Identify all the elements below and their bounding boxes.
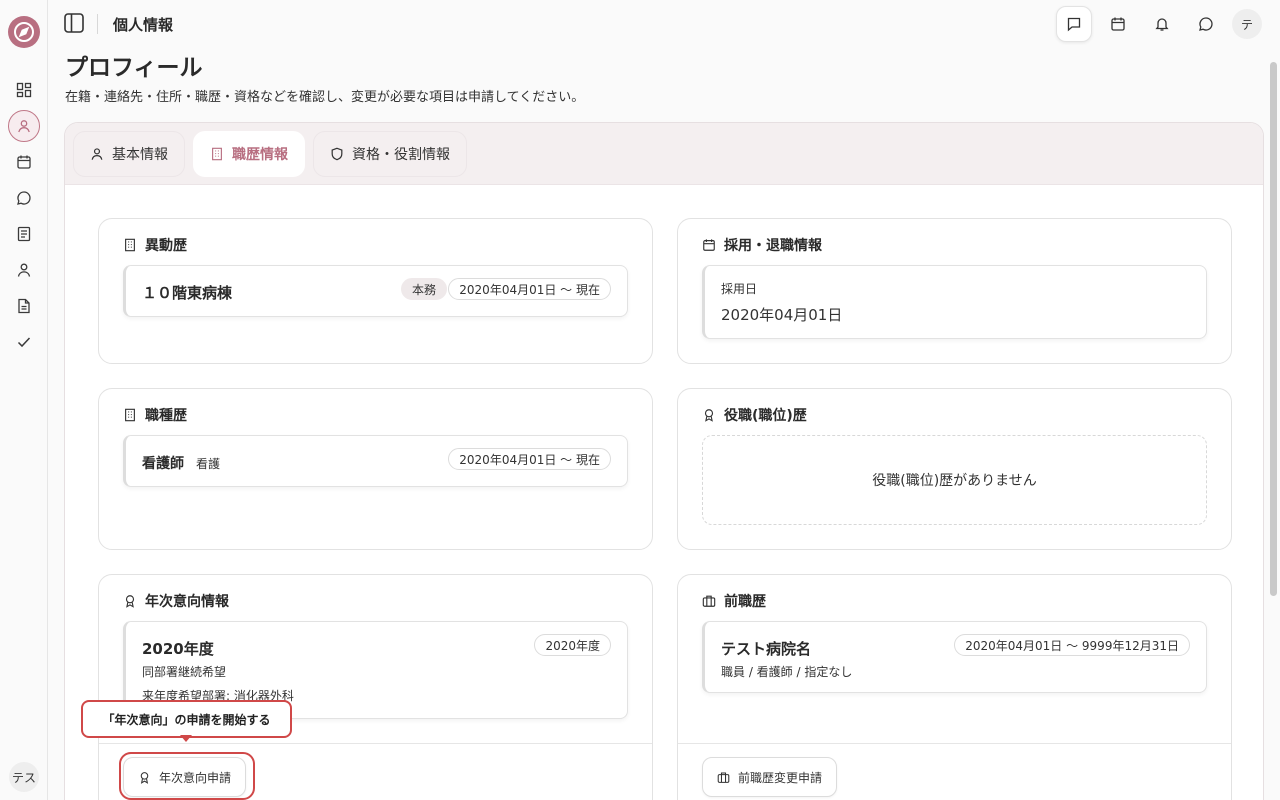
card-title: 前職歴 (724, 594, 766, 610)
card-header: 採用・退職情報 (702, 235, 822, 255)
previous-employer: テスト病院名 (721, 640, 812, 658)
position-history-card: 役職(職位)歴 役職(職位)歴がありません (677, 388, 1232, 550)
briefcase-icon (717, 772, 730, 783)
profile-nav-icon[interactable] (8, 110, 40, 142)
page-heading: プロフィール (65, 55, 203, 81)
card-footer-divider (678, 743, 1231, 744)
page-description: 在籍・連絡先・住所・職歴・資格などを確認し、変更が必要な項目は申請してください。 (65, 90, 585, 105)
topbar-divider (97, 14, 98, 34)
job-type-category: 看護 (196, 457, 221, 471)
card-title: 採用・退職情報 (724, 238, 822, 254)
job-type-history-card: 職種歴 看護師 看護 2020年04月01日 〜 現在 (98, 388, 653, 550)
chat-nav-icon[interactable] (12, 186, 36, 210)
card-header: 異動歴 (123, 235, 187, 255)
award-icon (125, 595, 135, 608)
job-type-name: 看護師 (142, 456, 184, 472)
transfer-history-card: 異動歴 １０階東病棟 本務 2020年04月01日 〜 現在 (98, 218, 653, 364)
building-icon (125, 238, 135, 252)
card-header: 役職(職位)歴 (702, 405, 807, 425)
feedback-button[interactable] (1056, 6, 1092, 42)
tab-bar: 基本情報 職歴情報 資格・役割情報 (65, 123, 1263, 185)
tooltip-arrow (180, 735, 192, 742)
building-icon (125, 408, 135, 422)
previous-career-card: 前職歴 テスト病院名 2020年04月01日 〜 9999年12月31日 職員 … (677, 574, 1232, 800)
card-header: 前職歴 (702, 591, 766, 611)
page-title: 個人情報 (113, 16, 174, 34)
user-nav-icon[interactable] (12, 258, 36, 282)
sidebar-user-avatar[interactable]: テス (9, 762, 39, 792)
empty-state: 役職(職位)歴がありません (702, 435, 1207, 525)
building-icon (212, 147, 222, 161)
tab-label: 資格・役割情報 (352, 147, 450, 163)
tab-label: 職歴情報 (232, 147, 288, 163)
guide-tooltip: 「年次意向」の申請を開始する (81, 700, 292, 738)
card-title: 役職(職位)歴 (724, 408, 807, 424)
dashboard-icon[interactable] (12, 78, 36, 102)
card-footer-divider (99, 743, 652, 744)
transfer-item: １０階東病棟 本務 2020年04月01日 〜 現在 (123, 265, 628, 317)
hire-date-value: 2020年04月01日 (721, 306, 843, 324)
hiring-item: 採用日 2020年04月01日 (702, 265, 1207, 339)
intention-text: 同部署継続希望 (142, 665, 227, 679)
fiscal-year-badge: 2020年度 (534, 634, 611, 656)
award-icon (704, 409, 714, 422)
profile-panel: 基本情報 職歴情報 資格・役割情報 異動歴 １０階東病棟 本務 2020年04月… (64, 122, 1264, 800)
tab-label: 基本情報 (112, 147, 168, 163)
chat-button[interactable] (1188, 6, 1224, 42)
hiring-info-card: 採用・退職情報 採用日 2020年04月01日 (677, 218, 1232, 364)
card-header: 職種歴 (123, 405, 187, 425)
assignment-badge: 本務 (400, 278, 447, 300)
fiscal-year: 2020年度 (142, 640, 214, 658)
shield-icon (331, 147, 343, 161)
document-nav-icon[interactable] (12, 294, 36, 318)
user-icon (91, 148, 103, 160)
previous-role-detail: 職員 / 看護師 / 指定なし (721, 665, 853, 679)
page-scrollbar[interactable] (1270, 62, 1277, 596)
calendar-nav-icon[interactable] (12, 150, 36, 174)
guide-highlight (119, 752, 255, 800)
user-avatar[interactable]: テ (1232, 9, 1262, 39)
sidebar-toggle-icon[interactable] (63, 12, 85, 34)
app-logo[interactable] (8, 16, 40, 48)
top-bar: 個人情報 テ (48, 0, 1280, 48)
period-badge: 2020年04月01日 〜 現在 (448, 278, 611, 300)
app-root: テス 個人情報 テ プロフィール 在籍・連絡先・住所・職歴・資格などを確認し、変… (0, 0, 1280, 800)
previous-career-item: テスト病院名 2020年04月01日 〜 9999年12月31日 職員 / 看護… (702, 621, 1207, 693)
ward-name: １０階東病棟 (142, 284, 233, 302)
card-title: 職種歴 (145, 408, 187, 424)
sidebar: テス (0, 0, 48, 800)
previous-career-change-request-button[interactable]: 前職歴変更申請 (702, 757, 838, 797)
job-type-item: 看護師 看護 2020年04月01日 〜 現在 (123, 435, 628, 487)
button-label: 前職歴変更申請 (738, 770, 823, 785)
hire-date-label: 採用日 (721, 282, 758, 296)
tab-basic-info[interactable]: 基本情報 (73, 131, 185, 177)
card-title: 年次意向情報 (145, 594, 229, 610)
notification-bell-button[interactable] (1144, 6, 1180, 42)
briefcase-icon (702, 595, 716, 607)
check-nav-icon[interactable] (12, 330, 36, 354)
tab-career-info[interactable]: 職歴情報 (193, 131, 305, 177)
card-title: 異動歴 (145, 238, 187, 254)
book-nav-icon[interactable] (12, 222, 36, 246)
calendar-icon (703, 239, 715, 251)
card-header: 年次意向情報 (123, 591, 229, 611)
period-badge: 2020年04月01日 〜 9999年12月31日 (954, 634, 1190, 656)
calendar-button[interactable] (1100, 6, 1136, 42)
period-badge: 2020年04月01日 〜 現在 (448, 448, 611, 470)
tab-qualification-info[interactable]: 資格・役割情報 (313, 131, 467, 177)
